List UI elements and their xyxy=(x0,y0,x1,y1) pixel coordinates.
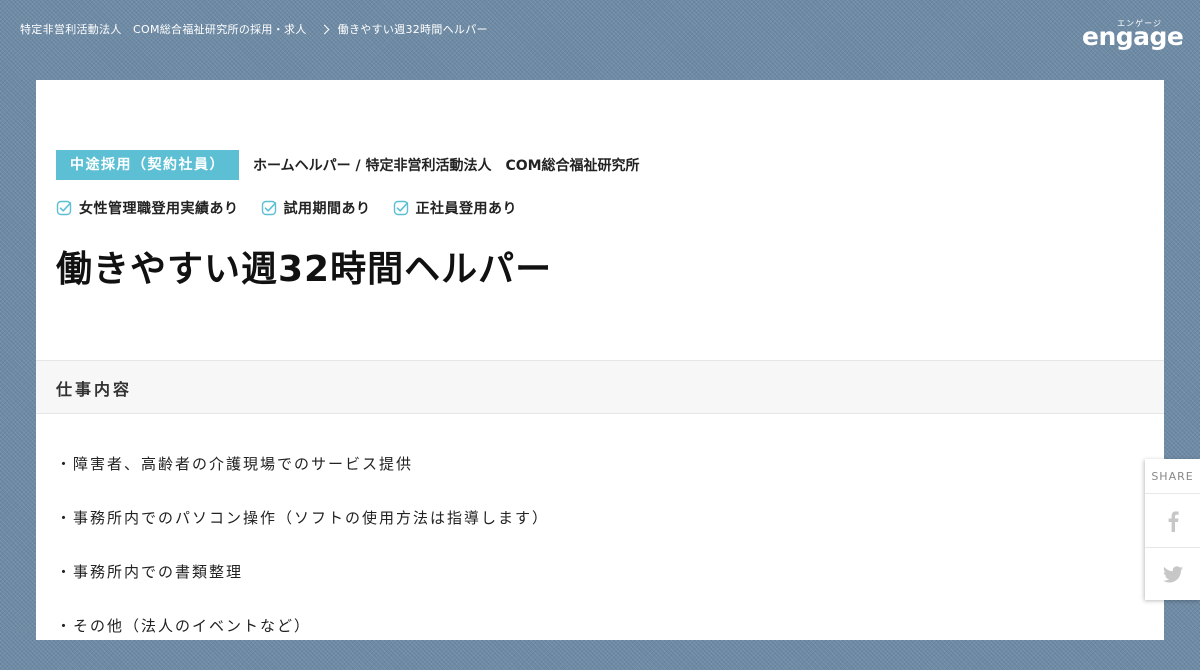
job-meta-row: 中途採用（契約社員） ホームヘルパー / 特定非営利活動法人 COM総合福祉研究… xyxy=(56,150,640,180)
job-description: ・障害者、高齢者の介護現場でのサービス提供 ・事務所内でのパソコン操作（ソフトの… xyxy=(56,454,549,670)
twitter-share-button[interactable] xyxy=(1145,548,1200,601)
engage-logo[interactable]: エンゲージ engage xyxy=(1082,18,1184,54)
description-line: ・障害者、高齢者の介護現場でのサービス提供 xyxy=(56,455,414,473)
check-icon xyxy=(56,200,72,216)
feature-item: 女性管理職登用実績あり xyxy=(56,198,239,218)
feature-list: 女性管理職登用実績あり 試用期間あり 正社員登用あり xyxy=(56,198,539,218)
check-icon xyxy=(261,200,276,216)
section-title: 仕事内容 xyxy=(56,380,133,399)
position-company-label: ホームヘルパー / 特定非営利活動法人 COM総合福祉研究所 xyxy=(253,158,640,174)
feature-label: 正社員登用あり xyxy=(415,201,517,217)
description-line: ・事務所内での書類整理 xyxy=(56,563,244,581)
feature-label: 試用期間あり xyxy=(283,201,371,217)
facebook-icon xyxy=(1168,510,1179,532)
check-icon xyxy=(393,200,408,216)
description-line: ・その他（法人のイベントなど） xyxy=(56,617,312,635)
breadcrumb-current: 働きやすい週32時間ヘルパー xyxy=(337,23,488,36)
job-title: 働きやすい週32時間ヘルパー xyxy=(56,249,553,290)
feature-item: 試用期間あり xyxy=(261,198,371,218)
share-widget: SHARE xyxy=(1145,459,1200,600)
employment-type-badge: 中途採用（契約社員） xyxy=(56,150,239,180)
feature-label: 女性管理職登用実績あり xyxy=(79,201,239,217)
twitter-icon xyxy=(1162,566,1183,583)
breadcrumb: 特定非営利活動法人 COM総合福祉研究所の採用・求人 働きやすい週32時間ヘルパ… xyxy=(20,21,488,37)
share-label: SHARE xyxy=(1145,459,1200,494)
breadcrumb-company-link[interactable]: 特定非営利活動法人 COM総合福祉研究所の採用・求人 xyxy=(20,21,307,37)
feature-item: 正社員登用あり xyxy=(393,198,518,218)
job-card: 中途採用（契約社員） ホームヘルパー / 特定非営利活動法人 COM総合福祉研究… xyxy=(36,80,1164,640)
logo-text: engage xyxy=(1082,22,1184,51)
section-header: 仕事内容 xyxy=(36,360,1164,414)
chevron-right-icon xyxy=(319,24,330,34)
description-line: ・事務所内でのパソコン操作（ソフトの使用方法は指導します） xyxy=(56,509,550,527)
top-bar: 特定非営利活動法人 COM総合福祉研究所の採用・求人 働きやすい週32時間ヘルパ… xyxy=(0,0,1200,80)
facebook-share-button[interactable] xyxy=(1145,494,1200,548)
